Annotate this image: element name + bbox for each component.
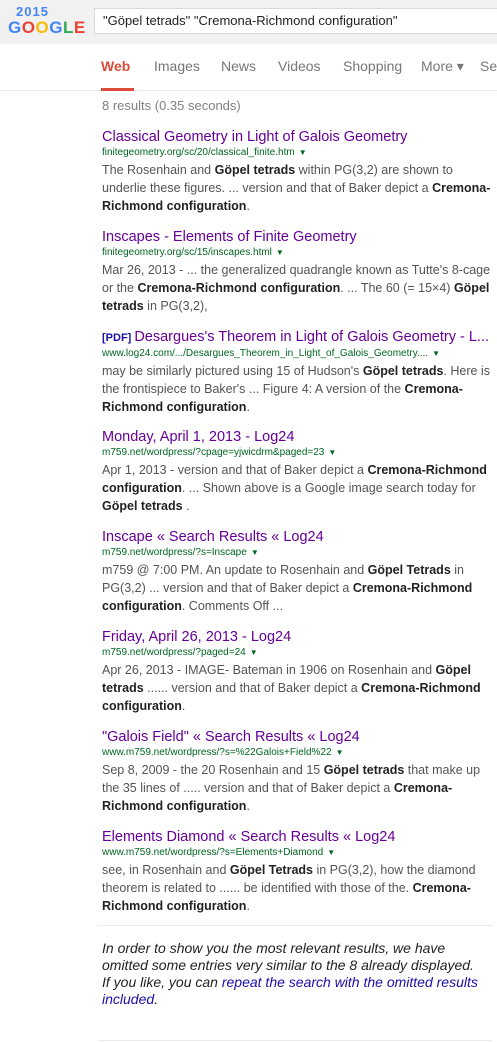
result-url: m759.net/wordpress/?cpage=yjwicdrm&paged… <box>102 446 492 460</box>
search-result: Classical Geometry in Light of Galois Ge… <box>102 128 492 215</box>
tab-web[interactable]: Web <box>101 58 130 74</box>
result-url: finitegeometry.org/sc/15/inscapes.html ▼ <box>102 246 492 260</box>
result-snippet: Sep 8, 2009 - the 20 Rosenhain and 15 Gö… <box>102 763 481 813</box>
search-tabs: Web Images News Videos Shopping More ▾ S… <box>0 44 497 91</box>
result-snippet: see, in Rosenhain and Göpel Tetrads in P… <box>102 863 476 913</box>
result-title-link[interactable]: Classical Geometry in Light of Galois Ge… <box>102 128 492 146</box>
chevron-down-icon[interactable]: ▼ <box>276 248 284 257</box>
result-url: m759.net/wordpress/?paged=24 ▼ <box>102 646 492 660</box>
chevron-down-icon[interactable]: ▼ <box>251 548 259 557</box>
omitted-text: In order to show you the most relevant r… <box>102 940 474 973</box>
search-result: Elements Diamond « Search Results « Log2… <box>102 828 492 915</box>
active-tab-indicator <box>101 88 134 91</box>
search-result: Inscapes - Elements of Finite Geometry f… <box>102 228 492 315</box>
result-title-link[interactable]: [PDF] Desargues's Theorem in Light of Gal… <box>102 328 492 347</box>
result-snippet: m759 @ 7:00 PM. An update to Rosenhain a… <box>102 563 473 613</box>
logo-letter: L <box>62 18 74 37</box>
logo-letter: G <box>8 18 22 37</box>
search-input[interactable]: "Göpel tetrads" "Cremona-Richmond config… <box>94 8 497 34</box>
tab-shopping[interactable]: Shopping <box>343 58 402 74</box>
result-url-text: www.m759.net/wordpress/?s=%22Galois+Fiel… <box>102 747 332 758</box>
result-title-link[interactable]: "Galois Field" « Search Results « Log24 <box>102 728 492 746</box>
result-snippet: may be similarly pictured using 15 of Hu… <box>102 364 490 414</box>
chevron-down-icon[interactable]: ▼ <box>336 748 344 757</box>
result-stats: 8 results (0.35 seconds) <box>102 98 241 113</box>
tab-search-tools[interactable]: Se <box>480 58 497 74</box>
omitted-prefix: If you like, you can <box>102 974 222 990</box>
result-snippet: Apr 26, 2013 - IMAGE- Bateman in 1906 on… <box>102 663 481 713</box>
result-url: www.m759.net/wordpress/?s=Elements+Diamo… <box>102 846 492 860</box>
pdf-badge: [PDF] <box>102 332 132 344</box>
result-url-text: www.log24.com/.../Desargues_Theorem_in_L… <box>102 348 429 359</box>
chevron-down-icon[interactable]: ▼ <box>250 648 258 657</box>
result-title-link[interactable]: Inscapes - Elements of Finite Geometry <box>102 228 492 246</box>
search-result: Inscape « Search Results « Log24 m759.ne… <box>102 528 492 615</box>
result-title-link[interactable]: Inscape « Search Results « Log24 <box>102 528 492 546</box>
result-url: finitegeometry.org/sc/20/classical_finit… <box>102 146 492 160</box>
result-title-link[interactable]: Monday, April 1, 2013 - Log24 <box>102 428 492 446</box>
result-url: m759.net/wordpress/?s=Inscape ▼ <box>102 546 492 560</box>
chevron-down-icon[interactable]: ▼ <box>432 349 440 358</box>
result-url-text: m759.net/wordpress/?paged=24 <box>102 647 246 658</box>
result-snippet: The Rosenhain and Göpel tetrads within P… <box>102 163 491 213</box>
result-url-text: www.m759.net/wordpress/?s=Elements+Diamo… <box>102 847 324 858</box>
logo-letter: E <box>73 18 86 37</box>
logo-letter: O <box>21 18 36 37</box>
logo-letter: O <box>35 18 50 37</box>
result-snippet: Apr 1, 2013 - version and that of Baker … <box>102 463 487 513</box>
omitted-results-notice: In order to show you the most relevant r… <box>102 940 482 1008</box>
result-title-text: Desargues's Theorem in Light of Galois G… <box>134 329 490 345</box>
doodle-letters: GOOGLE <box>8 18 86 38</box>
omitted-suffix: . <box>154 991 159 1007</box>
tab-images[interactable]: Images <box>154 58 200 74</box>
tab-news[interactable]: News <box>221 58 256 74</box>
divider <box>98 925 492 926</box>
chevron-down-icon[interactable]: ▼ <box>299 148 307 157</box>
result-url: www.m759.net/wordpress/?s=%22Galois+Fiel… <box>102 746 492 760</box>
result-snippet: Mar 26, 2013 - ... the generalized quadr… <box>102 263 491 313</box>
result-url-text: m759.net/wordpress/?cpage=yjwicdrm&paged… <box>102 447 325 458</box>
doodle-year-digit: 2015 <box>16 4 49 19</box>
result-url-text: finitegeometry.org/sc/15/inscapes.html <box>102 247 272 258</box>
result-url: www.log24.com/.../Desargues_Theorem_in_L… <box>102 347 492 361</box>
search-result: [PDF] Desargues's Theorem in Light of Gal… <box>102 328 492 416</box>
logo-letter: G <box>49 18 63 37</box>
top-header-bar: 2015 GOOGLE "Göpel tetrads" "Cremona-Ric… <box>0 0 497 45</box>
tab-videos[interactable]: Videos <box>278 58 321 74</box>
search-result: "Galois Field" « Search Results « Log24 … <box>102 728 492 815</box>
result-url-text: m759.net/wordpress/?s=Inscape <box>102 547 247 558</box>
divider <box>98 1040 492 1041</box>
search-result: Friday, April 26, 2013 - Log24 m759.net/… <box>102 628 492 715</box>
search-result: Monday, April 1, 2013 - Log24 m759.net/w… <box>102 428 492 515</box>
result-title-link[interactable]: Elements Diamond « Search Results « Log2… <box>102 828 492 846</box>
omitted-repeat-line: If you like, you can repeat the search w… <box>102 974 482 1008</box>
tab-more[interactable]: More ▾ <box>421 58 464 75</box>
result-title-link[interactable]: Friday, April 26, 2013 - Log24 <box>102 628 492 646</box>
doodle-year: 2015 <box>16 4 49 19</box>
chevron-down-icon[interactable]: ▼ <box>328 448 336 457</box>
google-doodle-logo[interactable]: 2015 GOOGLE <box>6 4 85 38</box>
result-url-text: finitegeometry.org/sc/20/classical_finit… <box>102 147 295 158</box>
chevron-down-icon[interactable]: ▼ <box>327 848 335 857</box>
